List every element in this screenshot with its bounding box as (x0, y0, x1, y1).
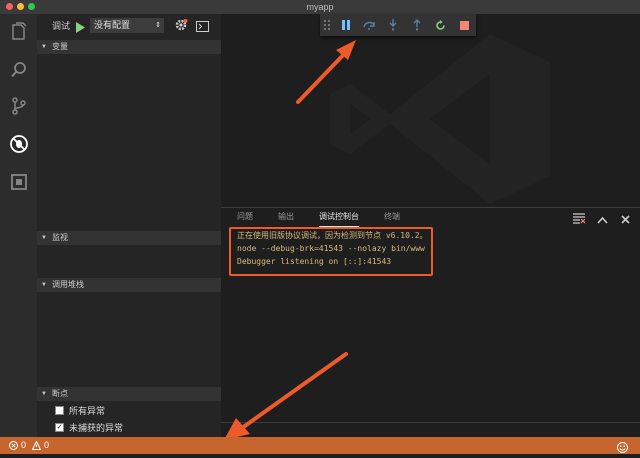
watch-title: 监视 (52, 233, 68, 242)
files-icon (11, 22, 27, 40)
breakpoints-title: 断点 (52, 389, 68, 398)
error-count: 0 (21, 440, 27, 450)
step-out-button[interactable] (405, 14, 429, 36)
error-icon (9, 441, 18, 450)
callstack-title: 调用堆栈 (52, 280, 84, 289)
callstack-section-header[interactable]: ▼ 调用堆栈 (37, 278, 221, 292)
chevron-down-icon: ▼ (41, 235, 47, 241)
open-console-button[interactable] (196, 19, 210, 32)
variables-section-header[interactable]: ▼ 变量 (37, 40, 221, 54)
chevron-down-icon: ▼ (41, 44, 47, 50)
clear-list-icon (573, 213, 586, 224)
breakpoints-section-header[interactable]: ▼ 断点 (37, 387, 221, 401)
annotation-arrow-icon (224, 352, 348, 440)
debug-icon (9, 135, 28, 153)
clear-console-button[interactable] (573, 211, 586, 224)
settings-button[interactable] (174, 18, 188, 32)
watch-section-header[interactable]: ▼ 监视 (37, 231, 221, 245)
debug-action-bar (320, 14, 476, 36)
status-bar (0, 437, 640, 454)
warning-count: 0 (44, 440, 50, 450)
start-debugging-button[interactable] (76, 20, 85, 38)
restart-icon (436, 19, 445, 30)
step-out-icon (413, 19, 421, 31)
tab-terminal[interactable]: 终端 (384, 208, 400, 226)
step-into-button[interactable] (381, 14, 405, 36)
breakpoint-label: 所有异常 (69, 406, 106, 416)
chevron-down-icon: ⇕ (155, 22, 161, 29)
console-line: 正在使用旧版协议调试，因为检测到节点 v6.10.2。 (237, 231, 428, 240)
problems-status[interactable]: 0 0 (9, 437, 49, 454)
window-title: myapp (306, 2, 334, 12)
step-into-icon (389, 19, 397, 31)
maximize-panel-button[interactable] (597, 211, 609, 224)
smiley-icon (617, 442, 628, 453)
tab-output[interactable]: 输出 (278, 208, 294, 226)
source-control-icon (11, 97, 26, 115)
extensions-button[interactable] (0, 166, 37, 198)
annotation-arrow-icon (296, 40, 356, 104)
debug-config-select[interactable]: 没有配置 ⇕ (90, 18, 164, 33)
tab-problems[interactable]: 问题 (237, 208, 253, 226)
console-line: Debugger listening on [::]:41543 (237, 257, 392, 266)
step-over-icon (363, 21, 376, 30)
debug-sidebar (37, 14, 221, 437)
drag-handle[interactable] (320, 14, 334, 36)
pause-icon (341, 20, 350, 30)
variables-title: 变量 (52, 42, 68, 51)
extensions-icon (10, 174, 27, 190)
explorer-button[interactable] (0, 16, 37, 48)
tab-debug-console[interactable]: 调试控制台 (319, 208, 359, 227)
close-icon (621, 215, 630, 224)
gear-icon (175, 19, 188, 31)
console-icon (196, 21, 209, 32)
stop-button[interactable] (452, 14, 476, 36)
restart-button[interactable] (429, 14, 453, 36)
play-icon (76, 22, 85, 33)
chevron-down-icon: ▼ (41, 282, 47, 288)
close-panel-button[interactable] (621, 211, 633, 224)
breakpoint-item[interactable]: 所有异常 (55, 404, 105, 417)
checkbox-unchecked[interactable] (55, 406, 64, 415)
breakpoint-label: 未捕获的异常 (69, 423, 124, 433)
step-over-button[interactable] (358, 14, 382, 36)
debug-view-button[interactable] (0, 128, 37, 160)
warning-icon (32, 441, 42, 450)
breakpoint-item[interactable]: ✓ 未捕获的异常 (55, 421, 123, 434)
console-line: node --debug-brk=41543 --nolazy bin/www (237, 244, 425, 253)
pause-button[interactable] (334, 14, 358, 36)
grip-icon (323, 20, 330, 30)
search-icon (10, 62, 26, 78)
debug-label: 调试 (52, 21, 71, 31)
checkbox-checked[interactable]: ✓ (55, 423, 64, 432)
debug-config-value: 没有配置 (94, 20, 131, 30)
stop-icon (459, 20, 469, 30)
search-button[interactable] (0, 54, 37, 86)
source-control-button[interactable] (0, 90, 37, 122)
feedback-button[interactable] (617, 440, 628, 458)
chevron-up-icon (597, 216, 608, 224)
chevron-down-icon: ▼ (41, 391, 47, 397)
